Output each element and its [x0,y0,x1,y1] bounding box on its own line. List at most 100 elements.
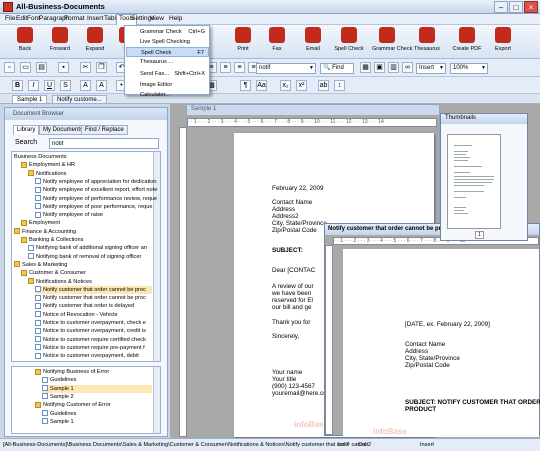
thumbnail-page[interactable] [447,134,501,229]
tree-folder-item[interactable]: Notifying Business of Error [35,368,152,376]
copy-icon[interactable]: ❐ [96,62,107,73]
paragraph-icon[interactable]: ¶ [240,80,251,91]
case-icon[interactable]: ab [318,80,329,91]
font-color-icon[interactable]: A [80,80,91,91]
tree-folder-item[interactable]: Sales & Marketing [14,261,152,269]
menu-item-image-editor[interactable]: Image Editor [126,80,209,90]
bold-button[interactable]: B [12,80,23,91]
tree-document-item[interactable]: Sample 1 [42,384,152,393]
tab-my-documents[interactable]: My Documents [39,125,88,135]
tree-document-item[interactable]: Notifying bank of additional signing off… [28,244,152,252]
tree-folder-item[interactable]: Finance & Accounting [14,228,152,236]
menu-item-thesaurus[interactable]: Thesaurus ... [126,57,209,67]
link-icon[interactable]: ∞ [402,62,413,73]
strikethrough-button[interactable]: S [60,80,71,91]
tree-document-item[interactable]: Sample 2 [42,393,152,401]
table-icon[interactable]: ▦ [360,62,371,73]
italic-button[interactable]: I [28,80,39,91]
tree-document-item[interactable]: Notify customer that order is delayed [35,302,152,310]
open-icon[interactable]: ▤ [36,62,47,73]
tab-find-replace[interactable]: Find / Replace [81,125,128,135]
tab-sample-1[interactable]: Sample 1 [12,95,48,104]
email-button[interactable]: Email [298,27,328,58]
search-input[interactable] [49,138,159,149]
highlight-icon[interactable]: A [96,80,107,91]
style-icon[interactable]: Aa [256,80,267,91]
maximize-button[interactable]: □ [509,1,523,13]
document-icon [35,294,41,301]
tree-folder-item[interactable]: Business Documents [14,153,152,161]
menu-item-grammar-check[interactable]: Grammar Check Ctrl+G [126,27,209,37]
tree-document-item[interactable]: Notify employee of appreciation for dedi… [35,178,157,186]
menu-format[interactable]: Format [62,15,87,22]
document-page[interactable]: [DATE, ex. February 22, 2009] Contact Nam… [343,249,540,437]
tree-folder-item[interactable]: Notifications & Notices [28,278,152,286]
menu-item-send-fax[interactable]: Send Fax... Shift+Ctrl+X [126,69,209,79]
document-icon [35,302,41,309]
tree-folder-item[interactable]: Banking & Collections [21,236,152,244]
new-icon[interactable]: ▫ [4,62,15,73]
cut-icon[interactable]: ✂ [80,62,91,73]
tree-folder-item[interactable]: Employment [21,219,152,227]
tree-document-item[interactable]: Sample 1 [42,418,152,426]
tree-lower-scrollbar[interactable] [153,367,160,433]
tree-folder-item[interactable]: Employment & HR [21,161,152,169]
spell-check-button[interactable]: Spell Check [334,27,364,58]
print-button[interactable]: Print [228,27,258,58]
tree-document-item[interactable]: Guidelines [42,410,152,418]
tree-document-item[interactable]: Guidelines [42,376,152,384]
menu-item-spell-check[interactable]: Spell Check F7 [126,47,209,57]
find-input[interactable]: notif ▼ [256,63,316,74]
fax-button[interactable]: Fax [262,27,292,58]
tree-document-item[interactable]: Notify customer that order cannot be pro… [35,294,152,302]
save-icon[interactable]: ▪ [58,62,69,73]
menu-item-calculator[interactable]: Calculator... [126,90,209,100]
thesaurus-button[interactable]: Thesaurus [412,27,442,58]
tree-document-item[interactable]: Notify customer that order cannot be pro… [35,285,152,295]
close-button[interactable]: × [524,1,538,13]
open-folder-icon[interactable]: ▭ [20,62,31,73]
tree-folder-item[interactable]: Customer & Consumer [21,269,152,277]
watermark-logo: infoBase [373,427,407,436]
find-button[interactable]: 🔍 Find [320,63,354,74]
tree-document-item[interactable]: Notice of Revocation - Vehicle [35,311,152,319]
tree-document-item[interactable]: Notice to customer overpayment, check e [35,319,152,327]
create-pdf-button[interactable]: Create PDF [452,27,482,58]
insert-dropdown[interactable]: Insert ▼ [416,63,446,74]
expand-button[interactable]: Expand [80,27,110,58]
document-icon [28,253,34,260]
zoom-select[interactable]: 100% ▼ [450,63,488,74]
tree-document-item[interactable]: Notify employee of poor performance, req… [35,203,152,211]
minimize-button[interactable]: – [494,1,508,13]
subscript-icon[interactable]: x₂ [280,80,291,91]
tree-document-item[interactable]: Notify employee of excellent report, eff… [35,186,157,194]
forward-button[interactable]: Forward [45,27,75,58]
tree-document-item[interactable]: Notify employee of raise [35,211,152,219]
underline-button[interactable]: U [44,80,55,91]
document-text-line: Address [405,348,429,355]
chart-icon[interactable]: ▥ [388,62,399,73]
tab-notify-customer[interactable]: Notify custome... [52,95,107,104]
grammar-check-button[interactable]: Grammar Check [372,27,412,58]
menu-view[interactable]: View [148,15,166,22]
menu-help[interactable]: Help [167,15,184,22]
document-text-line: City, State/Province [272,220,327,227]
export-button[interactable]: Export [488,27,518,58]
back-button[interactable]: Back [10,27,40,58]
tree-document-item[interactable]: Notice to customer require pre-payment f [35,344,152,352]
align-center-icon[interactable]: ≡ [220,62,231,73]
align-right-icon[interactable]: ≡ [234,62,245,73]
tree-document-item[interactable]: Notice to customer overpayment, credit i… [35,327,152,335]
superscript-icon[interactable]: x² [296,80,307,91]
tree-document-item[interactable]: Notice to customer require certified che… [35,336,152,344]
tree-folder-item[interactable]: Notifying Customer of Error [35,401,152,409]
menu-item-live-spell-checking[interactable]: Live Spell Checking [126,37,209,47]
image-icon[interactable]: ▣ [374,62,385,73]
spacing-icon[interactable]: ↕ [334,80,345,91]
tab-library[interactable]: Library [13,125,40,135]
tree-document-item[interactable]: Notice to customer overpayment, debit [35,352,152,360]
tree-document-item[interactable]: Notifying bank of removal of signing off… [28,253,152,261]
tree-folder-item[interactable]: Notifications [28,170,152,178]
horizontal-ruler[interactable]: · · 1 · · · 2 · · · 3 · · · 4 · · · 5 · … [187,118,437,127]
tree-document-item[interactable]: Notify employee of performance review, r… [35,195,157,203]
